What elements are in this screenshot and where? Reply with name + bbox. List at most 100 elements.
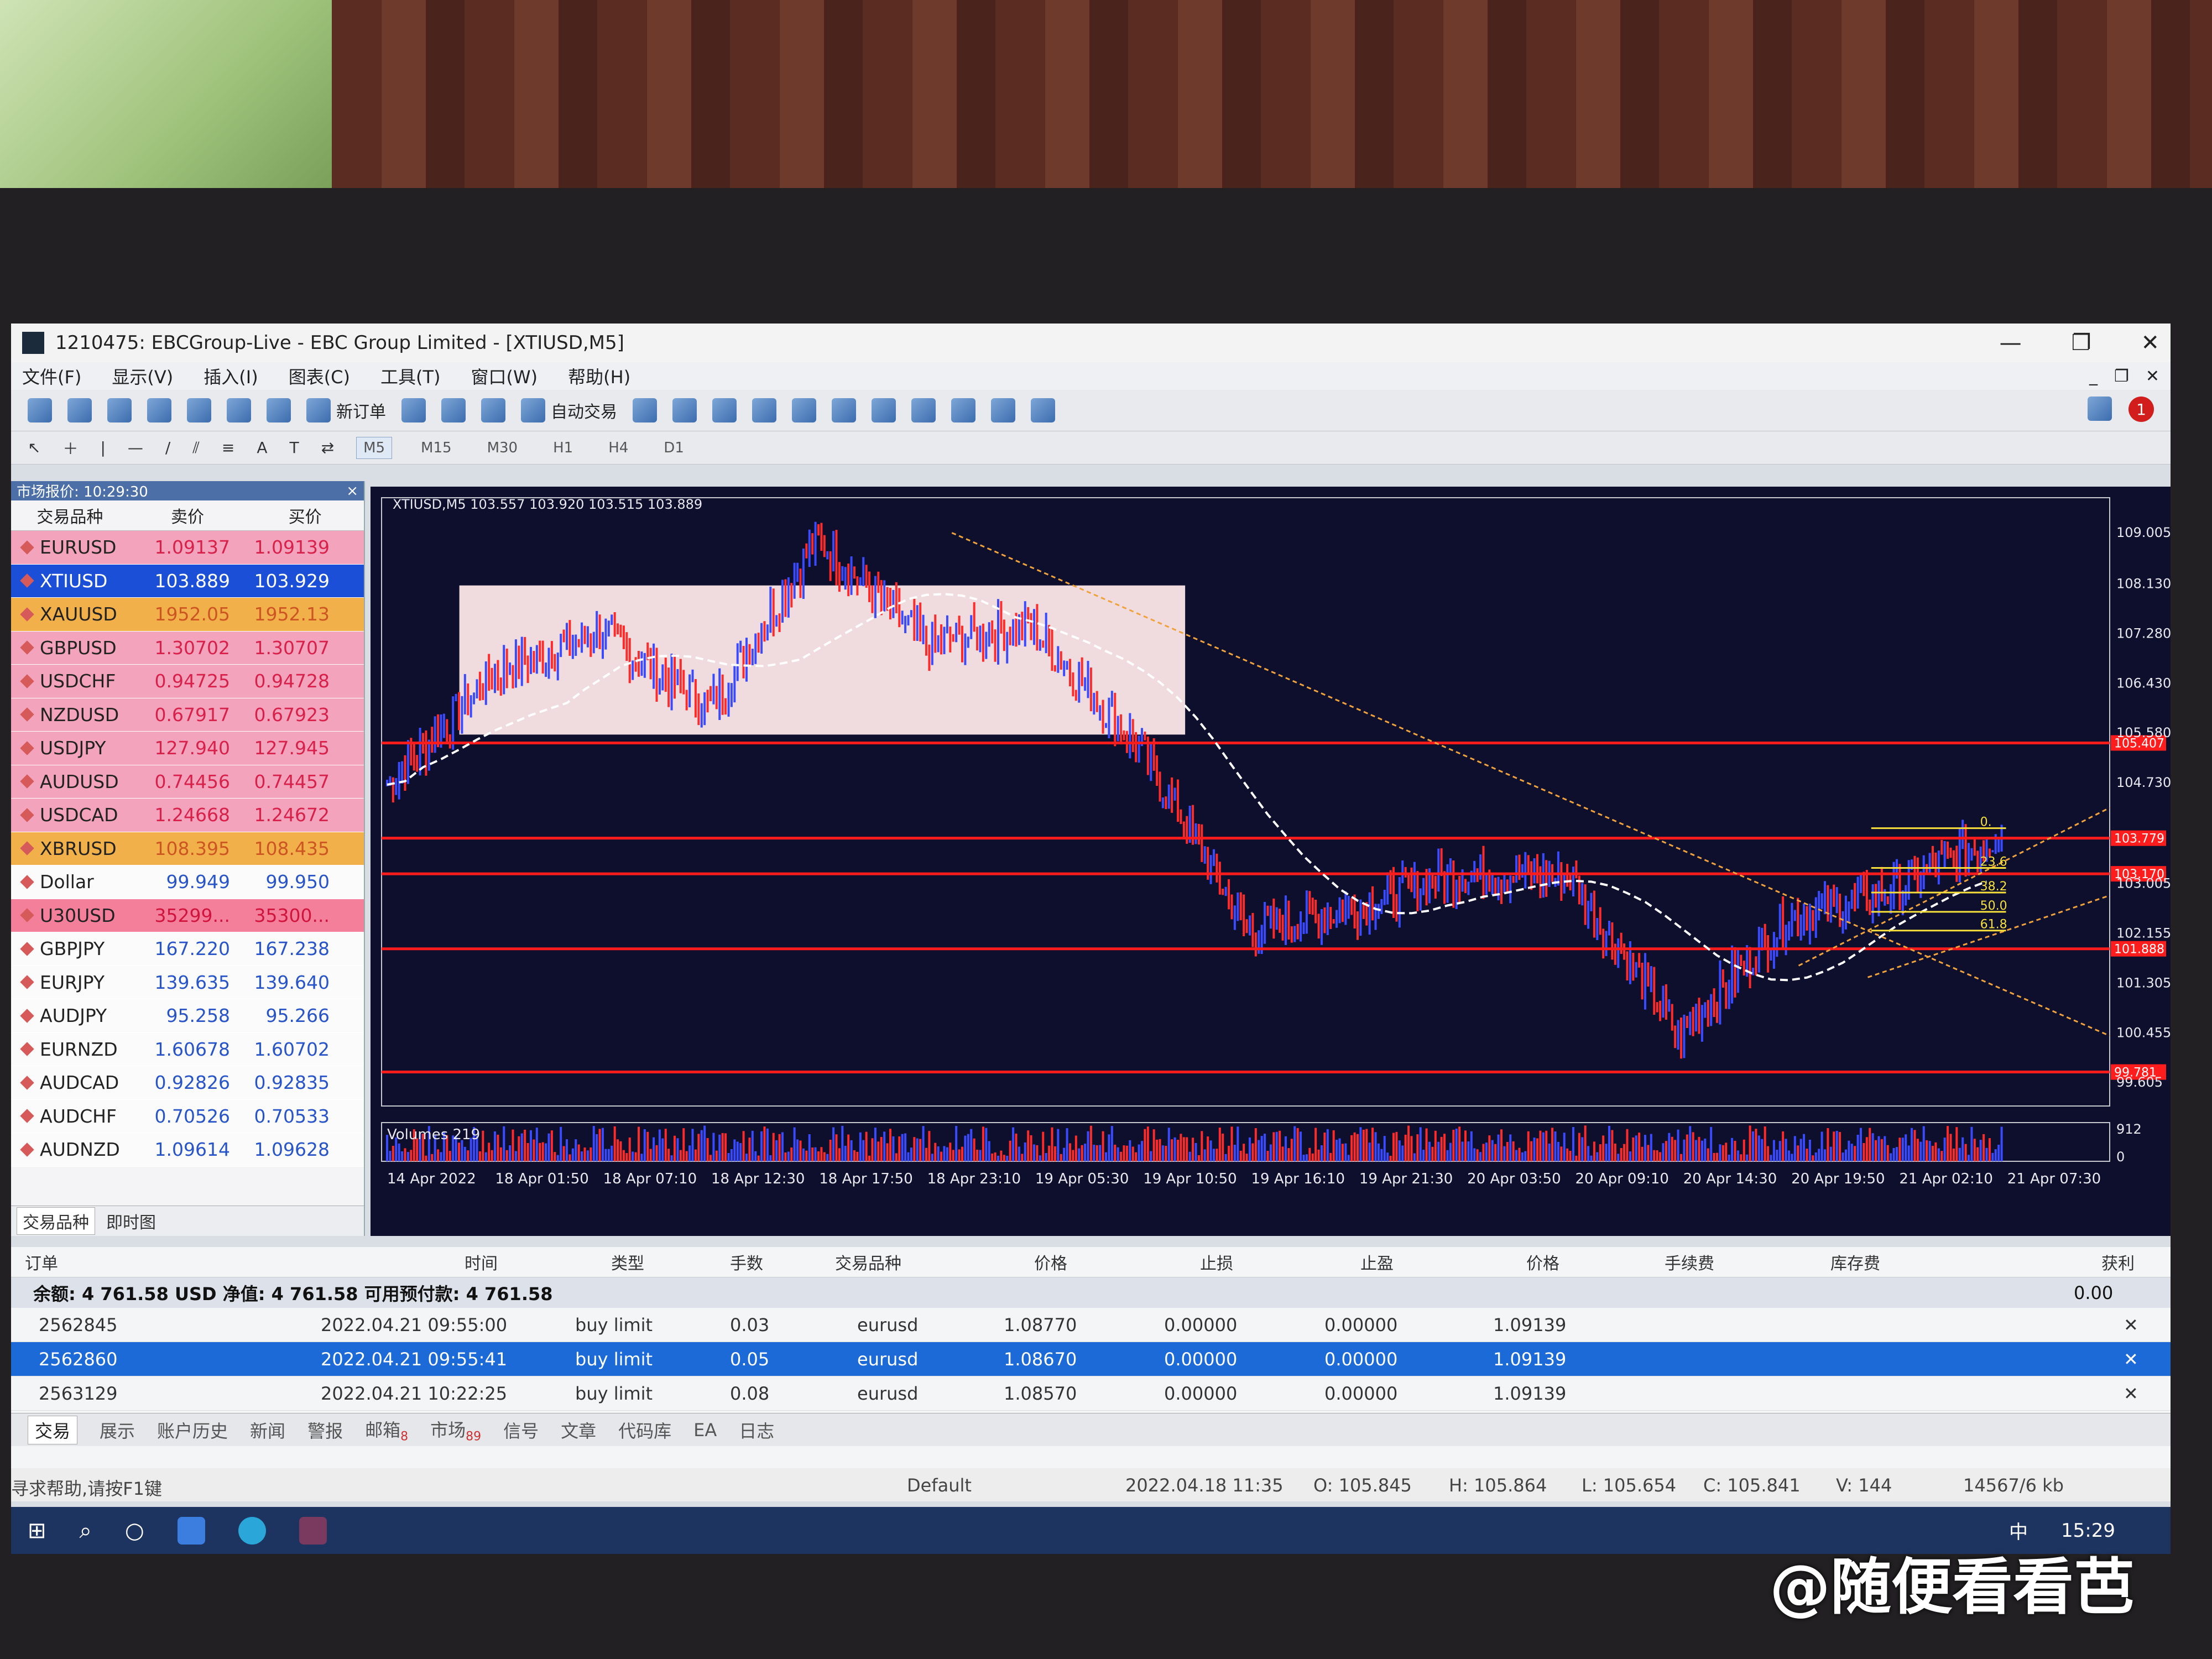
order-row[interactable]: 2562860 2022.04.21 09:55:41 buy limit 0.05 e…: [11, 1342, 2171, 1376]
timeframe-h1[interactable]: H1: [546, 437, 580, 458]
col-tp[interactable]: 止盈: [1360, 1250, 1394, 1274]
vertical-line-icon[interactable]: |: [100, 439, 105, 457]
market-row-audnzd[interactable]: AUDNZD 1.09614 1.09628: [11, 1133, 364, 1167]
vps-icon[interactable]: [481, 398, 505, 422]
menu-view[interactable]: 显示(V): [112, 363, 173, 389]
tab-tick-chart[interactable]: 即时图: [106, 1209, 156, 1233]
fibonacci-icon[interactable]: ≡: [222, 439, 234, 457]
chart-svg[interactable]: 105.407103.779103.170101.88899.7810.23.6…: [371, 487, 2171, 1236]
col-sl[interactable]: 止损: [1200, 1250, 1233, 1274]
tab-articles[interactable]: 文章: [561, 1417, 596, 1443]
col-lots[interactable]: 手数: [730, 1250, 763, 1274]
market-row-usdcad[interactable]: USDCAD 1.24668 1.24672: [11, 799, 364, 832]
templates-icon[interactable]: [1031, 398, 1055, 422]
market-row-audchf[interactable]: AUDCHF 0.70526 0.70533: [11, 1099, 364, 1133]
market-row-u30usd[interactable]: U30USD 35299... 35300...: [11, 899, 364, 932]
navigator-icon[interactable]: [147, 398, 171, 422]
terminal-icon[interactable]: [227, 398, 251, 422]
trendline-icon[interactable]: /: [165, 439, 170, 457]
timeframe-d1[interactable]: D1: [657, 437, 691, 458]
col-order[interactable]: 订单: [25, 1250, 58, 1274]
market-row-audcad[interactable]: AUDCAD 0.92826 0.92835: [11, 1066, 364, 1100]
periods-icon[interactable]: [991, 398, 1015, 422]
tab-experts[interactable]: EA: [693, 1420, 717, 1441]
market-row-xauusd[interactable]: XAUUSD 1952.05 1952.13: [11, 598, 364, 632]
column-ask[interactable]: 买价: [246, 503, 364, 528]
col-commission[interactable]: 手续费: [1665, 1250, 1714, 1274]
app-task-icon[interactable]: [177, 1516, 205, 1545]
minimize-button[interactable]: —: [2000, 330, 2022, 356]
timeframe-m15[interactable]: M15: [414, 437, 458, 458]
close-button[interactable]: ✕: [2141, 330, 2159, 356]
text-icon[interactable]: A: [257, 439, 267, 457]
zoom-out-icon[interactable]: [792, 398, 816, 422]
market-watch-icon[interactable]: [107, 398, 132, 422]
market-row-gbpusd[interactable]: GBPUSD 1.30702 1.30707: [11, 631, 364, 665]
start-icon[interactable]: ⊞: [28, 1518, 46, 1543]
col-profit[interactable]: 获利: [2101, 1250, 2135, 1274]
task-view-icon[interactable]: ○: [125, 1518, 144, 1543]
metatrader-icon[interactable]: [299, 1516, 327, 1545]
mdi-close-button[interactable]: ✕: [2146, 367, 2159, 386]
tab-signals[interactable]: 信号: [503, 1417, 539, 1443]
chart-shift-icon[interactable]: [872, 398, 896, 422]
search-task-icon[interactable]: ⌕: [80, 1518, 92, 1543]
text-label-icon[interactable]: T: [289, 439, 299, 457]
menu-window[interactable]: 窗口(W): [471, 363, 538, 389]
autoscroll-icon[interactable]: [911, 398, 936, 422]
market-watch-close-button[interactable]: ×: [346, 483, 358, 499]
new-chart-icon[interactable]: [28, 398, 52, 422]
market-row-usdchf[interactable]: USDCHF 0.94725 0.94728: [11, 665, 364, 698]
tab-journal[interactable]: 日志: [739, 1417, 774, 1443]
strategy-tester-icon[interactable]: [267, 398, 291, 422]
tab-symbols[interactable]: 交易品种: [17, 1207, 95, 1235]
timeframe-h4[interactable]: H4: [602, 437, 635, 458]
market-row-eurjpy[interactable]: EURJPY 139.635 139.640: [11, 966, 364, 999]
trendline-down[interactable]: [951, 532, 2110, 1037]
crosshair-icon[interactable]: ＋: [62, 437, 78, 459]
tab-alerts[interactable]: 警报: [307, 1417, 343, 1443]
col-price[interactable]: 价格: [1034, 1250, 1067, 1274]
tab-mailbox[interactable]: 邮箱8: [365, 1416, 408, 1443]
menu-insert[interactable]: 插入(I): [204, 363, 258, 389]
tab-exposure[interactable]: 展示: [100, 1417, 135, 1443]
col-cur-price[interactable]: 价格: [1526, 1250, 1559, 1274]
order-row[interactable]: 2562845 2022.04.21 09:55:00 buy limit 0.03 e…: [11, 1308, 2171, 1342]
column-symbol[interactable]: 交易品种: [11, 503, 129, 528]
candle-chart-icon[interactable]: [672, 398, 697, 422]
col-time[interactable]: 时间: [465, 1250, 498, 1274]
close-order-icon[interactable]: ✕: [2124, 1349, 2138, 1370]
profiles-icon[interactable]: [67, 398, 92, 422]
market-row-gbpjpy[interactable]: GBPJPY 167.220 167.238: [11, 932, 364, 966]
tile-windows-icon[interactable]: [832, 398, 856, 422]
zoom-in-icon[interactable]: [752, 398, 776, 422]
line-chart-icon[interactable]: [712, 398, 737, 422]
tab-history[interactable]: 账户历史: [157, 1417, 228, 1443]
col-type[interactable]: 类型: [611, 1250, 644, 1274]
market-row-audjpy[interactable]: AUDJPY 95.258 95.266: [11, 999, 364, 1033]
search-icon[interactable]: [2088, 397, 2112, 421]
market-row-eurnzd[interactable]: EURNZD 1.60678 1.60702: [11, 1032, 364, 1066]
market-row-dollar[interactable]: Dollar 99.949 99.950: [11, 865, 364, 899]
menu-file[interactable]: 文件(F): [22, 363, 81, 389]
mdi-minimize-button[interactable]: _: [2089, 367, 2098, 386]
menu-help[interactable]: 帮助(H): [568, 363, 630, 389]
channel-icon[interactable]: ⫽: [192, 439, 200, 457]
tab-trade[interactable]: 交易: [28, 1415, 78, 1444]
market-row-audusd[interactable]: AUDUSD 0.74456 0.74457: [11, 765, 364, 799]
timeframe-m5[interactable]: M5: [356, 436, 393, 459]
new-order-button[interactable]: 新订单: [306, 398, 386, 422]
col-symbol[interactable]: 交易品种: [835, 1250, 901, 1274]
tab-market[interactable]: 市场89: [430, 1416, 481, 1443]
mdi-restore-button[interactable]: ❐: [2114, 367, 2129, 386]
col-swap[interactable]: 库存费: [1830, 1250, 1880, 1274]
metaeditor-icon[interactable]: [401, 398, 426, 422]
market-row-xbrusd[interactable]: XBRUSD 108.395 108.435: [11, 832, 364, 865]
alert-badge[interactable]: 1: [2128, 397, 2154, 422]
data-window-icon[interactable]: [187, 398, 211, 422]
market-row-xtiusd[interactable]: XTIUSD 103.889 103.929: [11, 564, 364, 598]
column-bid[interactable]: 卖价: [129, 503, 247, 528]
trendline-up[interactable]: [1798, 807, 2110, 967]
arrows-icon[interactable]: ⇄: [321, 439, 334, 457]
menu-chart[interactable]: 图表(C): [289, 363, 350, 389]
